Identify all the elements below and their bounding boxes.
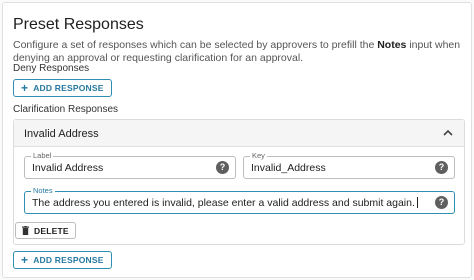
label-field[interactable]: Label Invalid Address ? bbox=[24, 151, 236, 179]
key-field[interactable]: Key Invalid_Address ? bbox=[243, 151, 455, 179]
delete-response-button[interactable]: DELETE bbox=[15, 222, 76, 239]
add-clarification-response-label: ADD RESPONSE bbox=[33, 255, 104, 265]
key-field-value: Invalid_Address bbox=[251, 162, 326, 174]
plus-icon: + bbox=[21, 253, 29, 267]
accordion-title: Invalid Address bbox=[24, 128, 99, 140]
description: Configure a set of responses which can b… bbox=[13, 39, 465, 65]
label-field-label: Label bbox=[31, 151, 54, 160]
help-icon[interactable]: ? bbox=[216, 161, 229, 174]
notes-text: The address you entered is invalid, plea… bbox=[32, 197, 415, 209]
clarification-responses-label: Clarification Responses bbox=[13, 104, 119, 115]
plus-icon: + bbox=[21, 81, 29, 95]
preset-responses-panel: Preset Responses Configure a set of resp… bbox=[2, 2, 472, 278]
add-deny-response-button[interactable]: + ADD RESPONSE bbox=[13, 79, 112, 97]
label-field-value: Invalid Address bbox=[32, 162, 104, 174]
description-text-pre: Configure a set of responses which can b… bbox=[13, 39, 378, 51]
text-cursor bbox=[416, 197, 418, 208]
key-field-label: Key bbox=[250, 151, 267, 160]
add-deny-response-label: ADD RESPONSE bbox=[33, 83, 104, 93]
accordion-header[interactable]: Invalid Address bbox=[14, 120, 464, 147]
help-icon[interactable]: ? bbox=[435, 161, 448, 174]
chevron-up-icon[interactable] bbox=[441, 126, 455, 140]
add-clarification-response-button[interactable]: + ADD RESPONSE bbox=[13, 251, 112, 269]
page-title: Preset Responses bbox=[13, 16, 144, 33]
notes-field-label: Notes bbox=[31, 186, 55, 195]
notes-field-value: The address you entered is invalid, plea… bbox=[32, 197, 418, 209]
notes-field[interactable]: Notes The address you entered is invalid… bbox=[24, 186, 455, 214]
clarification-response-item: Invalid Address Label Invalid Address ? … bbox=[13, 119, 465, 245]
trash-icon bbox=[22, 226, 29, 235]
delete-button-label: DELETE bbox=[34, 225, 69, 236]
deny-responses-label: Deny Responses bbox=[13, 63, 90, 74]
description-notes-emphasis: Notes bbox=[377, 39, 407, 51]
help-icon[interactable]: ? bbox=[435, 196, 448, 209]
